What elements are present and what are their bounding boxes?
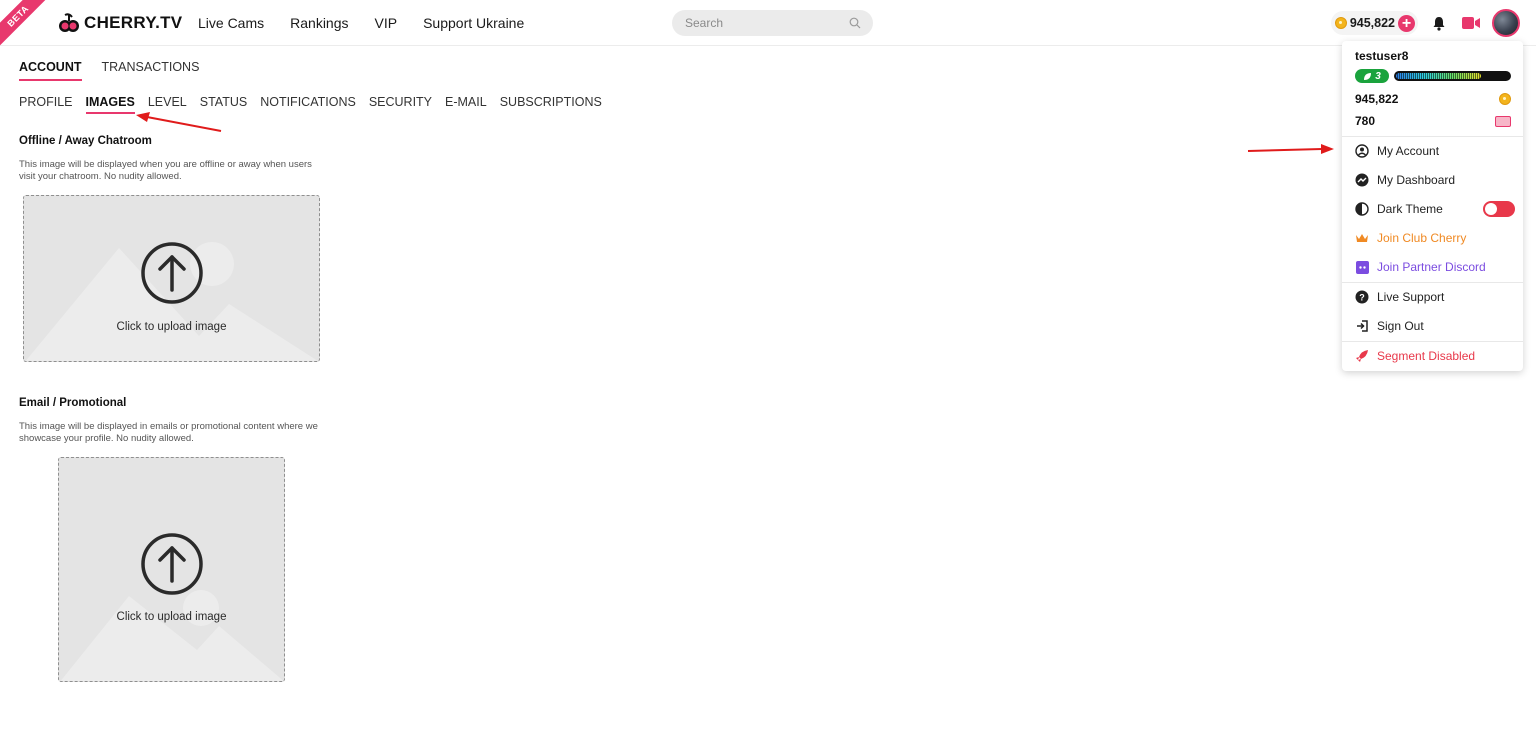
logo-text: CHERRY.TV xyxy=(84,13,183,32)
menu-item-my-dashboard[interactable]: My Dashboard xyxy=(1355,171,1515,189)
upload-arrow-icon xyxy=(140,242,203,304)
nav-support-ukraine[interactable]: Support Ukraine xyxy=(423,15,524,31)
buy-coins-button[interactable]: + xyxy=(1398,14,1415,32)
crown-icon xyxy=(1355,231,1369,245)
divider xyxy=(1342,341,1523,342)
upload-label: Click to upload image xyxy=(116,611,227,623)
top-navbar: BETA CHERRY.TV Live Cams Rankings VIP Su… xyxy=(0,0,1536,50)
rocket-icon xyxy=(1355,349,1369,363)
menu-item-label: My Dashboard xyxy=(1377,173,1456,187)
menu-item-label: Join Partner Discord xyxy=(1377,260,1486,274)
arrow-to-images-tab xyxy=(136,112,222,132)
email-image-upload[interactable]: Click to upload image xyxy=(58,457,285,682)
tab-status[interactable]: STATUS xyxy=(200,95,247,114)
logo[interactable]: CHERRY.TV xyxy=(58,9,182,37)
half-circle-icon xyxy=(1355,202,1369,216)
offline-section-title: Offline / Away Chatroom xyxy=(19,135,152,147)
account-sub-tabs: PROFILE IMAGES LEVEL STATUS NOTIFICATION… xyxy=(19,95,602,114)
tab-profile[interactable]: PROFILE xyxy=(19,95,73,114)
upload-arrow-icon xyxy=(140,533,203,595)
divider xyxy=(1342,282,1523,283)
level-progress-fill xyxy=(1396,73,1481,79)
leaf-icon xyxy=(1364,72,1372,80)
search-input[interactable] xyxy=(685,16,835,30)
user-dropdown-menu: testuser8 3 945,822 780 My Account My Da… xyxy=(1342,41,1523,371)
dropdown-coin-balance: 945,822 xyxy=(1355,92,1511,106)
tab-subscriptions[interactable]: SUBSCRIPTIONS xyxy=(500,95,602,114)
dropdown-username: testuser8 xyxy=(1355,49,1409,63)
search-bar xyxy=(672,10,873,36)
beta-badge: BETA xyxy=(0,0,52,50)
menu-item-label: Sign Out xyxy=(1377,319,1424,333)
coin-amount: 945,822 xyxy=(1355,92,1399,106)
ticket-icon xyxy=(1495,115,1511,127)
tab-email[interactable]: E-MAIL xyxy=(445,95,487,114)
menu-item-join-partner-discord[interactable]: Join Partner Discord xyxy=(1355,258,1515,276)
coin-icon xyxy=(1499,93,1511,105)
offline-section-description: This image will be displayed when you ar… xyxy=(19,159,312,182)
nav-vip[interactable]: VIP xyxy=(375,15,398,31)
video-camera-icon[interactable] xyxy=(1460,12,1482,34)
help-circle-icon: ? xyxy=(1355,290,1369,304)
menu-item-join-club-cherry[interactable]: Join Club Cherry xyxy=(1355,229,1515,247)
email-section-title: Email / Promotional xyxy=(19,397,127,409)
dashboard-icon xyxy=(1355,173,1369,187)
menu-item-dark-theme[interactable]: Dark Theme xyxy=(1355,200,1515,218)
user-circle-icon xyxy=(1355,144,1369,158)
menu-item-sign-out[interactable]: Sign Out xyxy=(1355,317,1515,335)
svg-text:?: ? xyxy=(1359,293,1365,303)
coin-balance[interactable]: 945,822 + xyxy=(1330,11,1418,35)
dropdown-ticket-balance: 780 xyxy=(1355,114,1511,128)
avatar[interactable] xyxy=(1492,9,1520,37)
tab-images[interactable]: IMAGES xyxy=(85,95,135,114)
upload-label: Click to upload image xyxy=(116,321,227,333)
menu-item-label: Join Club Cherry xyxy=(1377,231,1467,245)
menu-item-label: Segment Disabled xyxy=(1377,349,1476,363)
account-main-tabs: ACCOUNT TRANSACTIONS xyxy=(19,60,199,81)
menu-item-segment-disabled[interactable]: Segment Disabled xyxy=(1355,347,1515,365)
tab-transactions[interactable]: TRANSACTIONS xyxy=(102,60,200,81)
menu-item-label: Dark Theme xyxy=(1377,202,1443,216)
main-nav: Live Cams Rankings VIP Support Ukraine xyxy=(198,0,524,46)
menu-item-label: Live Support xyxy=(1377,290,1445,304)
header-tools: 945,822 + xyxy=(1330,8,1520,38)
level-progress-bar xyxy=(1394,71,1511,81)
tab-account[interactable]: ACCOUNT xyxy=(19,60,82,81)
menu-item-label: My Account xyxy=(1377,144,1440,158)
level-number: 3 xyxy=(1375,70,1381,82)
nav-rankings[interactable]: Rankings xyxy=(290,15,348,31)
tab-level[interactable]: LEVEL xyxy=(148,95,187,114)
dark-theme-toggle[interactable] xyxy=(1483,201,1515,217)
search-icon[interactable] xyxy=(849,17,861,29)
cherry-icon xyxy=(59,13,79,32)
menu-item-my-account[interactable]: My Account xyxy=(1355,142,1515,160)
bell-icon[interactable] xyxy=(1428,12,1450,34)
sign-out-icon xyxy=(1355,319,1369,333)
menu-item-live-support[interactable]: ? Live Support xyxy=(1355,288,1515,306)
arrow-to-my-account xyxy=(1247,144,1334,154)
ticket-amount: 780 xyxy=(1355,114,1376,128)
nav-live-cams[interactable]: Live Cams xyxy=(198,15,264,31)
tab-notifications[interactable]: NOTIFICATIONS xyxy=(260,95,356,114)
tab-security[interactable]: SECURITY xyxy=(369,95,432,114)
level-badge: 3 xyxy=(1355,69,1389,83)
offline-image-upload[interactable]: Click to upload image xyxy=(23,195,320,362)
discord-icon xyxy=(1355,260,1369,274)
level-indicator: 3 xyxy=(1355,69,1511,83)
balance-amount: 945,822 xyxy=(1349,16,1395,30)
divider xyxy=(1342,136,1523,137)
email-section-description: This image will be displayed in emails o… xyxy=(19,421,318,444)
coin-icon xyxy=(1334,17,1347,29)
